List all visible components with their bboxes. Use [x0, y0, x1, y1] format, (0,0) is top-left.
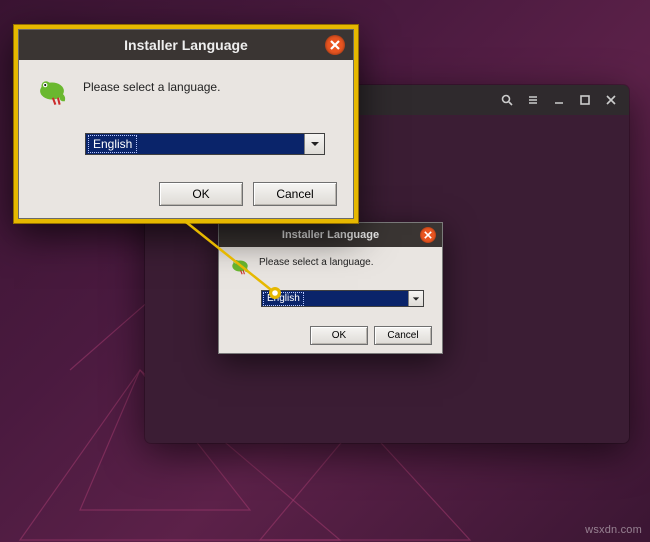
installer-dialog-small: Installer Language Please select a langu…	[218, 222, 443, 354]
dialog-message: Please select a language.	[259, 255, 374, 268]
installer-dialog-zoom: Installer Language	[18, 29, 354, 219]
cancel-button[interactable]: Cancel	[374, 326, 432, 345]
dialog-title: Installer Language	[247, 229, 414, 241]
watermark: wsxdn.com	[585, 524, 642, 536]
language-select[interactable]: English	[261, 290, 424, 307]
dialog-message: Please select a language.	[83, 74, 220, 94]
dialog-button-row: OK Cancel	[219, 320, 442, 353]
cancel-button[interactable]: Cancel	[253, 182, 337, 206]
close-icon[interactable]	[599, 88, 623, 112]
dialog-title: Installer Language	[55, 37, 317, 53]
dialog-titlebar[interactable]: Installer Language	[19, 30, 353, 60]
close-icon[interactable]	[420, 227, 436, 243]
search-icon[interactable]	[495, 88, 519, 112]
chevron-down-icon[interactable]	[304, 134, 324, 154]
close-icon[interactable]	[325, 35, 345, 55]
language-selected-value: English	[263, 292, 304, 306]
chevron-down-icon[interactable]	[408, 291, 423, 306]
language-selected-value: English	[88, 135, 137, 153]
chameleon-icon	[229, 255, 251, 280]
desktop-background: ~/Downloads staller.exe Installer Langua…	[0, 0, 650, 542]
ok-button[interactable]: OK	[310, 326, 368, 345]
dialog-body: Please select a language. English	[219, 247, 442, 320]
zoom-highlight-frame: Installer Language	[14, 25, 358, 223]
dialog-button-row: OK Cancel	[19, 174, 353, 218]
chameleon-icon	[35, 74, 69, 111]
hamburger-icon[interactable]	[521, 88, 545, 112]
dialog-titlebar[interactable]: Installer Language	[219, 223, 442, 247]
language-select[interactable]: English	[85, 133, 325, 155]
minimize-icon[interactable]	[547, 88, 571, 112]
dialog-body: Please select a language. English	[19, 60, 353, 174]
ok-button[interactable]: OK	[159, 182, 243, 206]
maximize-icon[interactable]	[573, 88, 597, 112]
